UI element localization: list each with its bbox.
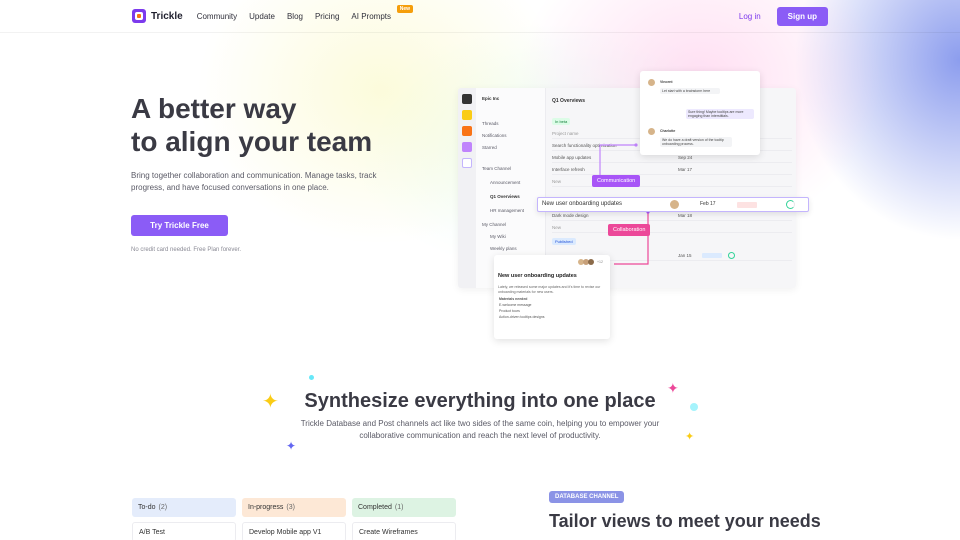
- highlight-row-bar: [737, 202, 757, 208]
- workspace-icon: [462, 126, 472, 136]
- workspace-icon: [462, 142, 472, 152]
- mockup-row: New: [552, 222, 792, 233]
- kanban-column-count: (2): [158, 504, 168, 511]
- nav-auth: Log in Sign up: [739, 6, 828, 26]
- kanban-column-todo: To-do (2): [132, 498, 236, 517]
- highlight-row-date: Feb 17: [700, 201, 716, 207]
- post-card: +12 New user onboarding updates Lately, …: [494, 255, 610, 339]
- try-free-button[interactable]: Try Trickle Free: [131, 215, 228, 236]
- nav-link-update[interactable]: Update: [249, 12, 275, 21]
- mockup-row: Interface refresh Mar 17: [552, 164, 792, 175]
- post-body: Lately, we released some major updates a…: [498, 285, 601, 294]
- decor-dot: [309, 375, 314, 380]
- workspace-icon: [462, 110, 472, 120]
- new-badge: New: [396, 4, 413, 13]
- post-title: New user onboarding updates: [498, 273, 577, 279]
- mockup-sidebar-item: Q1 Overviews: [490, 194, 520, 199]
- kanban-column-count: (1): [394, 504, 404, 511]
- nav-link-blog[interactable]: Blog: [287, 12, 303, 21]
- mockup-row-label: Mobile app updates: [552, 154, 592, 160]
- chat-message: Let start with a brainstorm here: [660, 88, 720, 94]
- nav-link-ai-prompts-label: AI Prompts: [351, 11, 391, 21]
- kanban-column-in-progress: In-progress (3): [242, 498, 346, 517]
- avatar: [648, 79, 655, 86]
- mockup-row-bar: [702, 252, 722, 258]
- database-channel-badge: DATABASE CHANNEL: [549, 491, 625, 503]
- chat-author: Charlotte: [660, 129, 676, 133]
- chat-thread-card: Vincent Let start with a brainstorm here…: [640, 71, 760, 155]
- avatar: [670, 200, 679, 209]
- kanban-column-label: Completed: [358, 504, 392, 511]
- database-section-title: Tailor views to meet your needs: [549, 511, 821, 531]
- mockup-group: Published: [552, 236, 792, 247]
- progress-ring-icon: [786, 200, 795, 209]
- hero-title-line1: A better way: [131, 93, 297, 124]
- sparkle-icon: ✦: [685, 431, 695, 443]
- mockup-sidebar-item: Notifications: [482, 133, 507, 138]
- signup-button[interactable]: Sign up: [776, 6, 828, 26]
- top-nav: Trickle Community Update Blog Pricing AI…: [0, 0, 960, 32]
- kanban-column-label: In-progress: [248, 504, 284, 511]
- mockup-sidebar-item: HR management: [490, 208, 525, 213]
- workspace-logo-icon: [462, 94, 472, 104]
- hero-subtitle: Bring together collaboration and communi…: [131, 171, 377, 192]
- mockup-row-label: Interface refresh: [552, 166, 585, 172]
- brand-name: Trickle: [151, 10, 183, 22]
- mockup-sidebar-item: Weekly plans: [490, 246, 517, 251]
- nav-link-pricing[interactable]: Pricing: [315, 12, 339, 21]
- mockup-row: New: [552, 176, 792, 187]
- checklist-item: E-welcome message: [499, 303, 532, 307]
- mockup-workspace-rail: [458, 88, 476, 288]
- group-tag: Published: [552, 238, 576, 245]
- mockup-row-date: Jan 15: [678, 252, 692, 258]
- mockup-workspace-name: Epic Inc: [482, 96, 500, 101]
- avatar: [648, 128, 655, 135]
- avatar: [588, 259, 594, 265]
- trickle-logo-icon: [132, 9, 146, 23]
- chat-message: Sure thing! Maybe tooltips are more enga…: [686, 109, 754, 119]
- collaboration-tag: Collaboration: [608, 224, 651, 236]
- brand-logo[interactable]: Trickle: [132, 9, 183, 23]
- progress-ring-icon: [728, 251, 735, 259]
- chat-message: We do have a draft version of the toolti…: [660, 137, 732, 147]
- participant-count: +12: [597, 260, 603, 264]
- nav-links: Community Update Blog Pricing AI Prompts…: [197, 4, 413, 21]
- kanban-column-completed: Completed (1): [352, 498, 456, 517]
- nav-link-ai-prompts[interactable]: AI Prompts New: [351, 4, 413, 21]
- nav-link-community[interactable]: Community: [197, 12, 237, 21]
- mockup-sidebar-item: Team Channel: [482, 166, 512, 171]
- mockup-sidebar-item: Threads: [482, 121, 499, 126]
- hero-note: No credit card needed. Free Plan forever…: [131, 247, 242, 253]
- login-link[interactable]: Log in: [739, 12, 761, 21]
- checklist-title: Materials needed: [499, 297, 528, 301]
- communication-tag: Communication: [592, 175, 641, 187]
- mockup-sidebar-item: My Channel: [482, 222, 507, 227]
- section-subtitle: Trickle Database and Post channels act l…: [300, 419, 660, 440]
- highlight-row-title: New user onboarding updates: [542, 201, 623, 207]
- group-tag: In beta: [552, 118, 571, 125]
- mockup-sidebar-item: Starred: [482, 145, 497, 150]
- checklist-item: Product tours: [499, 309, 520, 313]
- hero-title: A better way to align your team: [131, 92, 372, 158]
- mockup-sidebar-item: Announcement: [490, 180, 521, 185]
- checklist-item: Action-driven tooltips designs: [499, 315, 545, 319]
- mockup-row-label: Dark mode design: [552, 212, 589, 218]
- chat-author: Vincent: [660, 80, 673, 84]
- section-title: Synthesize everything into one place: [304, 390, 656, 412]
- nav-divider: [0, 32, 960, 33]
- kanban-card[interactable]: Develop Mobile app V1: [242, 522, 346, 540]
- kanban-card[interactable]: Create Wireframes: [352, 522, 456, 540]
- highlight-row: New user onboarding updates Feb 17: [537, 197, 809, 212]
- mockup-sidebar-item: My Wiki: [490, 234, 506, 239]
- mockup-row-date: Mar 18: [678, 212, 693, 218]
- kanban-column-label: To-do: [138, 504, 156, 511]
- mockup-row-date: Mar 17: [678, 166, 693, 172]
- mockup-tab-title: Q1 Overviews: [552, 98, 586, 104]
- mockup-row-date: Sep 24: [678, 154, 693, 160]
- kanban-column-count: (3): [286, 504, 295, 511]
- kanban-card[interactable]: A/B Test: [132, 522, 236, 540]
- hero-title-line2: to align your team: [131, 126, 373, 157]
- add-workspace-icon: [462, 158, 472, 168]
